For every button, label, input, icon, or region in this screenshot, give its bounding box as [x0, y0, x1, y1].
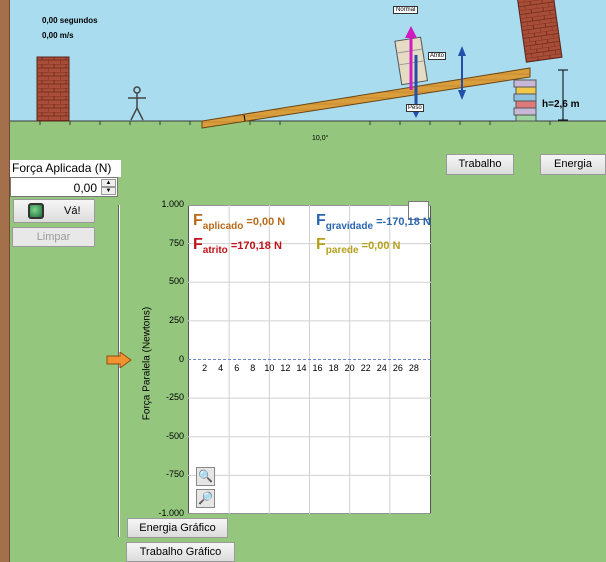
- y-tick-label: 500: [168, 276, 184, 287]
- friction-force-value: =170,18 N: [230, 240, 282, 252]
- x-tick-label: 14: [296, 362, 307, 373]
- applied-force-title: Força Aplicada (N): [10, 160, 121, 177]
- applied-force-field[interactable]: 0,00 ▲ ▼: [10, 177, 118, 197]
- wall-force-symbol: F: [316, 236, 326, 253]
- friction-force-label: Fatrito =170,18 N: [193, 236, 282, 256]
- gravity-force-label: Fgravidade =-170,18 N: [316, 212, 431, 232]
- height-label: h=2,6 m: [542, 99, 580, 110]
- right-brick-wall: [516, 0, 563, 63]
- x-tick-label: 26: [392, 362, 403, 373]
- applied-force-value: =0,00 N: [246, 216, 286, 228]
- energy-button[interactable]: Energia: [540, 154, 606, 175]
- work-button[interactable]: Trabalho: [446, 154, 514, 175]
- x-tick-label: 16: [312, 362, 323, 373]
- zoom-out-icon[interactable]: 🔎: [196, 489, 215, 508]
- simulation-window: 0,00 segundos 0,00 m/s Normal Atrito Pes…: [0, 0, 606, 562]
- clear-button[interactable]: Limpar: [12, 227, 95, 247]
- decrement-arrow-icon[interactable]: ▼: [101, 187, 116, 195]
- applied-force-symbol: F: [193, 212, 203, 229]
- angle-label: 10,0°: [312, 135, 329, 142]
- person-figure: [128, 86, 146, 121]
- friction-force-sub: atrito: [202, 245, 228, 256]
- wall-force-label: Fparede =0,00 N: [316, 236, 401, 256]
- normal-label: Normal: [393, 6, 419, 14]
- friction-label: Atrito: [428, 52, 447, 60]
- left-brick-wall: [36, 56, 70, 122]
- ramp-support-stack: [513, 79, 537, 122]
- applied-force-sub: aplicado: [202, 221, 244, 232]
- x-tick-label: 24: [376, 362, 387, 373]
- x-tick-label: 8: [250, 362, 256, 373]
- wall-force-sub: parede: [325, 245, 359, 256]
- x-tick-label: 6: [234, 362, 240, 373]
- go-button-label: Vá!: [64, 205, 81, 217]
- x-tick-label: 10: [264, 362, 275, 373]
- y-axis-label: Força Paralela (Newtons): [141, 306, 153, 421]
- ramp: [201, 67, 531, 129]
- x-tick-label: 18: [328, 362, 339, 373]
- y-tick-label: -1.000: [158, 508, 184, 518]
- friction-force-symbol: F: [193, 236, 203, 253]
- x-tick-label: 22: [360, 362, 371, 373]
- x-tick-label: 20: [344, 362, 355, 373]
- energy-graph-button[interactable]: Energia Gráfico: [127, 518, 228, 538]
- y-tick-label: -750: [165, 469, 184, 480]
- x-tick-label: 12: [280, 362, 291, 373]
- work-graph-button[interactable]: Trabalho Gráfico: [126, 542, 235, 562]
- wall-force-value: =0,00 N: [361, 240, 401, 252]
- traffic-light-icon: [28, 203, 44, 219]
- x-tick-label: 4: [218, 362, 224, 373]
- applied-force-label: Faplicado =0,00 N: [193, 212, 286, 232]
- x-tick-label: 28: [408, 362, 419, 373]
- increment-arrow-icon[interactable]: ▲: [101, 179, 116, 187]
- force-slider-arrow-icon[interactable]: [106, 352, 132, 368]
- gravity-force-value: =-170,18 N: [376, 216, 431, 228]
- gravity-force-sub: gravidade: [325, 221, 374, 232]
- zoom-in-icon[interactable]: 🔍: [196, 467, 215, 486]
- go-button[interactable]: Vá!: [13, 199, 95, 223]
- weight-label: Peso: [406, 104, 424, 112]
- gravity-force-symbol: F: [316, 212, 326, 229]
- scene-graphic: [10, 0, 606, 129]
- y-tick-label: 1.000: [161, 199, 184, 209]
- applied-force-value: 0,00: [73, 181, 97, 195]
- y-tick-label: 750: [168, 237, 184, 248]
- force-slider-track[interactable]: [118, 205, 120, 537]
- x-tick-label: 2: [202, 362, 208, 373]
